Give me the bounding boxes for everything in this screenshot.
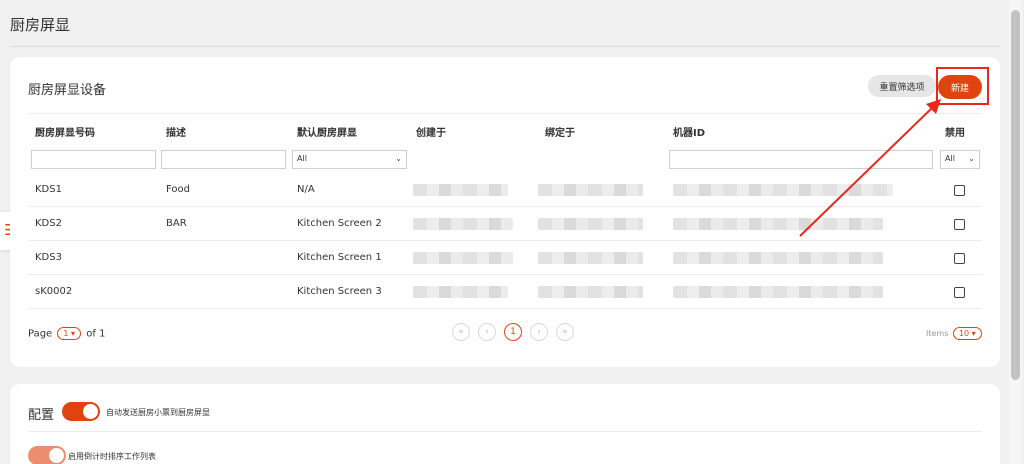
redacted-bound [538,184,643,196]
col-header-created: 创建于 [416,128,446,139]
page-number-button[interactable]: 1 [504,323,522,341]
reset-filters-button[interactable]: 重置筛选项 [868,75,936,97]
auto-send-label: 自动发送厨房小票到厨房屏显 [106,408,210,417]
page-select[interactable]: 1 ▾ [57,327,82,340]
col-header-description: 描述 [166,128,186,139]
filter-machine-id-input[interactable] [669,150,933,169]
devices-card-title: 厨房屏显设备 [28,83,107,98]
disabled-checkbox[interactable] [954,287,965,298]
cell-default-screen: Kitchen Screen 2 [297,218,382,229]
toggle-knob [83,404,98,419]
caret-down-icon: ▾ [971,329,976,338]
prev-page-button[interactable]: ‹ [478,323,496,341]
filter-disabled-value: All [945,154,955,163]
redacted-machine-id [673,218,883,230]
redacted-created [413,218,513,230]
filter-code-input[interactable] [31,150,156,169]
cell-default-screen: N/A [297,184,315,195]
double-chevron-left-icon: « [458,327,464,337]
filter-default-screen-value: All [297,154,307,163]
redacted-created [413,184,508,196]
countdown-sort-toggle[interactable] [28,446,66,464]
items-per-page-value: 10 [958,329,970,338]
cell-code: KDS2 [35,218,62,229]
cell-description: Food [166,184,190,195]
last-page-button[interactable]: » [556,323,574,341]
cell-description: BAR [166,218,187,229]
chevron-down-icon: ⌄ [395,154,402,163]
header-divider [28,113,982,114]
redacted-machine-id [673,286,883,298]
caret-down-icon: ▾ [71,329,76,338]
annotation-highlight-box [936,67,989,105]
items-per-page-select[interactable]: 10 ▾ [952,327,982,340]
config-divider [28,431,982,432]
filter-default-screen-select[interactable]: All ⌄ [292,150,407,169]
scrollbar-thumb[interactable] [1011,10,1020,380]
cell-code: sK0002 [35,286,73,297]
chevron-right-icon: › [537,327,541,337]
items-label: Items [926,329,949,338]
redacted-machine-id [673,252,883,264]
redacted-bound [538,252,643,264]
chevron-left-icon: ‹ [485,327,489,337]
devices-card: 厨房屏显设备 重置筛选项 新建 厨房屏显号码 描述 默认厨房屏显 创建于 绑定于… [10,57,1000,367]
page-label: Page [28,328,53,340]
table-row[interactable]: KDS1 Food N/A [28,173,982,207]
page-select-value: 1 [63,329,69,338]
cell-default-screen: Kitchen Screen 1 [297,252,382,263]
cell-code: KDS1 [35,184,62,195]
disabled-checkbox[interactable] [954,219,965,230]
cell-code: KDS3 [35,252,62,263]
redacted-machine-id [673,184,893,196]
redacted-bound [538,286,643,298]
title-divider [10,46,1000,47]
col-header-code: 厨房屏显号码 [35,128,95,139]
page-title: 厨房屏显 [10,16,71,34]
redacted-created [413,252,513,264]
table-row[interactable]: KDS3 Kitchen Screen 1 [28,241,982,275]
countdown-sort-label: 启用倒计时排序工作列表 [68,452,156,461]
first-page-button[interactable]: « [452,323,470,341]
next-page-button[interactable]: › [530,323,548,341]
col-header-disabled: 禁用 [945,128,965,139]
auto-send-toggle[interactable] [62,402,100,421]
redacted-created [413,286,508,298]
col-header-default-screen: 默认厨房屏显 [297,128,357,139]
page-scrollbar[interactable] [1009,0,1022,464]
double-chevron-right-icon: » [562,327,568,337]
table-row[interactable]: sK0002 Kitchen Screen 3 [28,275,982,309]
filter-description-input[interactable] [161,150,286,169]
toggle-knob [49,448,64,463]
pagination-summary: Page 1 ▾ of 1 [28,327,105,340]
col-header-machine-id: 机器ID [673,128,706,139]
col-header-bound: 绑定于 [545,128,575,139]
items-per-page: Items 10 ▾ [926,327,984,340]
of-pages-label: of 1 [86,328,106,340]
chevron-down-icon: ⌄ [968,154,975,163]
redacted-bound [538,218,643,230]
disabled-checkbox[interactable] [954,185,965,196]
table-row[interactable]: KDS2 BAR Kitchen Screen 2 [28,207,982,241]
disabled-checkbox[interactable] [954,253,965,264]
cell-default-screen: Kitchen Screen 3 [297,286,382,297]
filter-disabled-select[interactable]: All ⌄ [940,150,980,169]
config-card: 配置 自动发送厨房小票到厨房屏显 启用倒计时排序工作列表 [10,384,1000,464]
config-title: 配置 [28,408,55,423]
